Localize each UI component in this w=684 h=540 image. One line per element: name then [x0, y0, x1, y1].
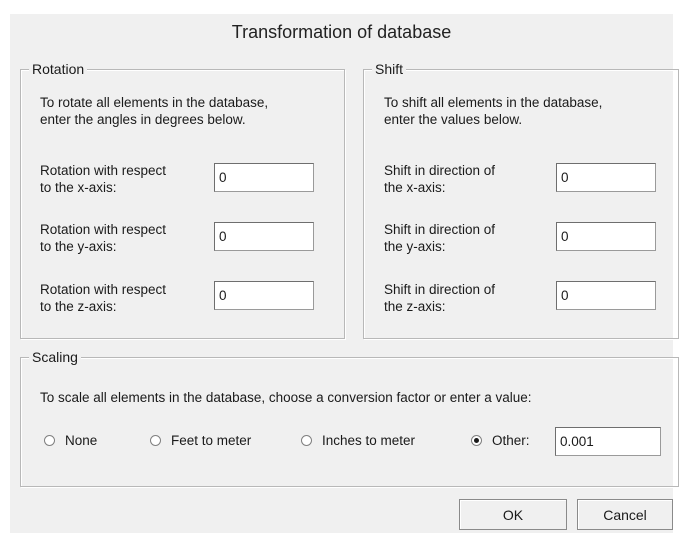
radio-other-indicator[interactable] — [471, 435, 482, 446]
ok-button[interactable]: OK — [459, 499, 567, 530]
scaling-option-feet-to-meter[interactable]: Feet to meter — [150, 433, 251, 448]
shift-z-input[interactable] — [556, 281, 656, 310]
rotation-z-label-line-2: to the z-axis: — [40, 299, 117, 314]
rotation-z-input[interactable] — [214, 281, 314, 310]
rotation-x-label-line-1: Rotation with respect — [40, 163, 167, 178]
scaling-option-other[interactable]: Other: — [471, 433, 530, 448]
shift-y-label-line-1: Shift in direction of — [384, 222, 496, 237]
shift-y-input[interactable] — [556, 222, 656, 251]
rotation-y-input[interactable] — [214, 222, 314, 251]
rotation-x-input[interactable] — [214, 163, 314, 192]
shift-x-label-line-1: Shift in direction of — [384, 163, 496, 178]
rotation-y-label-line-1: Rotation with respect — [40, 222, 167, 237]
scaling-other-input[interactable] — [555, 427, 661, 456]
shift-z-label-line-1: Shift in direction of — [384, 282, 496, 297]
scaling-intro: To scale all elements in the database, c… — [40, 390, 532, 405]
rotation-legend: Rotation — [29, 61, 88, 78]
rotation-z-label-line-1: Rotation with respect — [40, 282, 167, 297]
shift-x-label-line-2: the x-axis: — [384, 180, 446, 195]
shift-intro-line-2: enter the values below. — [384, 112, 523, 127]
rotation-x-label-line-2: to the x-axis: — [40, 180, 117, 195]
shift-x-input[interactable] — [556, 163, 656, 192]
scaling-legend: Scaling — [29, 349, 81, 366]
radio-none-label: None — [65, 433, 98, 448]
shift-y-label-line-2: the y-axis: — [384, 239, 446, 254]
cancel-button[interactable]: Cancel — [577, 499, 673, 530]
radio-inches-label: Inches to meter — [322, 433, 416, 448]
rotation-y-label-line-2: to the y-axis: — [40, 239, 117, 254]
scaling-option-inches-to-meter[interactable]: Inches to meter — [301, 433, 415, 448]
shift-legend: Shift — [372, 61, 407, 78]
shift-intro-line-1: To shift all elements in the database, — [384, 95, 603, 110]
radio-none-indicator[interactable] — [44, 435, 55, 446]
dialog-title: Transformation of database — [231, 22, 452, 42]
shift-z-label-line-2: the z-axis: — [384, 299, 446, 314]
scaling-option-none[interactable]: None — [44, 433, 97, 448]
radio-feet-label: Feet to meter — [171, 433, 252, 448]
rotation-intro-line-2: enter the angles in degrees below. — [40, 112, 246, 127]
scaling-group: Scaling To scale all elements in the dat… — [20, 349, 679, 487]
shift-group: Shift To shift all elements in the datab… — [363, 61, 679, 339]
radio-inches-indicator[interactable] — [301, 435, 312, 446]
radio-feet-indicator[interactable] — [150, 435, 161, 446]
radio-other-label: Other: — [492, 433, 530, 448]
rotation-group: Rotation To rotate all elements in the d… — [20, 61, 345, 339]
rotation-intro-line-1: To rotate all elements in the database, — [40, 95, 269, 110]
transformation-dialog: Transformation of database Rotation To r… — [10, 14, 679, 533]
